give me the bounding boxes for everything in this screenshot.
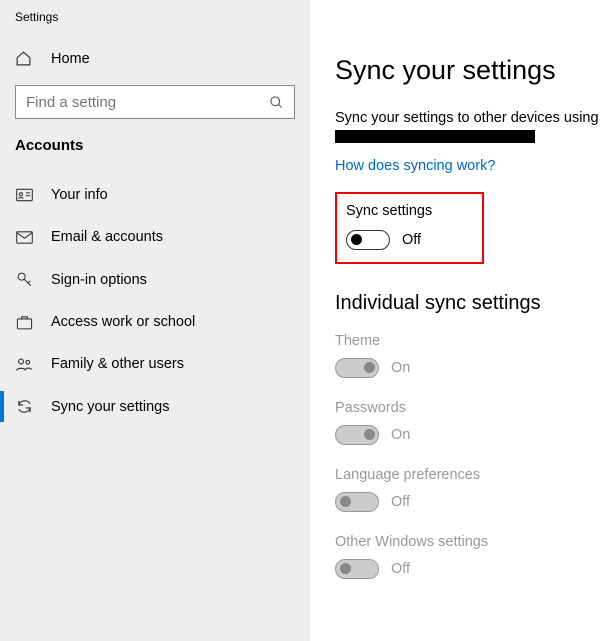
- home-button[interactable]: Home: [0, 42, 310, 75]
- individual-header: Individual sync settings: [335, 292, 614, 315]
- people-icon: [15, 357, 33, 372]
- sync-icon: [15, 398, 33, 415]
- ind-other: Other Windows settings Off: [335, 534, 614, 579]
- toggle-state: On: [391, 360, 410, 376]
- sidebar: Settings Home Accounts Your info Email &…: [0, 0, 310, 641]
- nav-label: Family & other users: [51, 356, 184, 372]
- redacted-account: [335, 130, 535, 143]
- search-box[interactable]: [15, 85, 295, 119]
- nav-your-info[interactable]: Your info: [0, 174, 310, 216]
- ind-language: Language preferences Off: [335, 467, 614, 512]
- ind-label: Language preferences: [335, 467, 614, 483]
- card-icon: [15, 188, 33, 202]
- ind-label: Passwords: [335, 400, 614, 416]
- language-toggle: [335, 492, 379, 512]
- briefcase-icon: [15, 315, 33, 330]
- search-input[interactable]: [26, 94, 269, 111]
- main-content: Sync your settings Sync your settings to…: [310, 0, 614, 641]
- nav-label: Access work or school: [51, 314, 195, 330]
- toggle-state: Off: [391, 494, 410, 510]
- mail-icon: [15, 231, 33, 244]
- highlight-box: Sync settings Off: [335, 192, 484, 264]
- theme-toggle: [335, 358, 379, 378]
- page-title: Sync your settings: [335, 55, 614, 86]
- toggle-state: On: [391, 427, 410, 443]
- section-header: Accounts: [0, 137, 310, 174]
- search-icon: [269, 95, 284, 110]
- nav-access-work[interactable]: Access work or school: [0, 301, 310, 343]
- sync-toggle-label: Sync settings: [346, 203, 432, 219]
- home-icon: [15, 50, 33, 67]
- nav-label: Email & accounts: [51, 229, 163, 245]
- window-title: Settings: [0, 10, 310, 42]
- passwords-toggle: [335, 425, 379, 445]
- ind-label: Other Windows settings: [335, 534, 614, 550]
- nav-label: Your info: [51, 187, 108, 203]
- nav-signin-options[interactable]: Sign-in options: [0, 258, 310, 301]
- description-text: Sync your settings to other devices usin…: [335, 108, 614, 128]
- other-toggle: [335, 559, 379, 579]
- nav-email-accounts[interactable]: Email & accounts: [0, 216, 310, 258]
- ind-theme: Theme On: [335, 333, 614, 378]
- sync-toggle[interactable]: [346, 230, 390, 250]
- home-label: Home: [51, 51, 90, 67]
- help-link[interactable]: How does syncing work?: [335, 158, 495, 174]
- sync-toggle-state: Off: [402, 232, 421, 248]
- ind-passwords: Passwords On: [335, 400, 614, 445]
- key-icon: [15, 271, 33, 288]
- nav-label: Sign-in options: [51, 272, 147, 288]
- nav-sync-settings[interactable]: Sync your settings: [0, 385, 310, 428]
- nav-label: Sync your settings: [51, 399, 169, 415]
- ind-label: Theme: [335, 333, 614, 349]
- toggle-state: Off: [391, 561, 410, 577]
- nav-family-users[interactable]: Family & other users: [0, 343, 310, 385]
